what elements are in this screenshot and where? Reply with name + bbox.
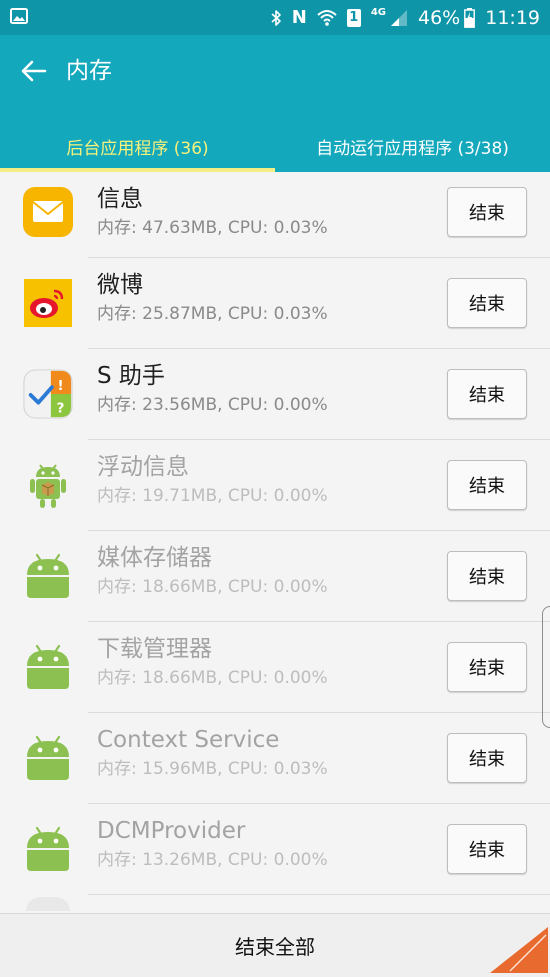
end-button[interactable]: 结束 bbox=[447, 733, 527, 783]
end-button[interactable]: 结束 bbox=[447, 460, 527, 510]
list-item: ! ? S 助手 内存: 23.56MB, CPU: 0.00% 结束 bbox=[0, 349, 550, 440]
back-arrow-icon bbox=[21, 60, 47, 82]
app-name: S 助手 bbox=[97, 363, 165, 389]
app-name: 浮动信息 bbox=[97, 454, 189, 480]
list-item: DCMProvider 内存: 13.26MB, CPU: 0.00% 结束 bbox=[0, 804, 550, 895]
list-item: 下载管理器 内存: 18.66MB, CPU: 0.00% 结束 bbox=[0, 622, 550, 713]
status-bar: N 1 4G 46% 11:19 bbox=[0, 0, 550, 35]
list-item: Context Service 内存: 15.96MB, CPU: 0.03% … bbox=[0, 713, 550, 804]
app-stats: 内存: 47.63MB, CPU: 0.03% bbox=[97, 218, 328, 238]
end-button[interactable]: 结束 bbox=[447, 642, 527, 692]
weibo-icon bbox=[22, 277, 74, 329]
app-name: 信息 bbox=[97, 186, 143, 212]
list-item: 微博 内存: 25.87MB, CPU: 0.03% 结束 bbox=[0, 258, 550, 349]
app-name: Context Service bbox=[97, 727, 280, 753]
tab-background-apps[interactable]: 后台应用程序 (36) bbox=[0, 120, 275, 172]
gallery-notification-icon bbox=[10, 7, 28, 28]
android-icon bbox=[22, 823, 74, 875]
app-stats: 内存: 19.71MB, CPU: 0.00% bbox=[97, 486, 328, 506]
list-item-partial bbox=[0, 895, 550, 913]
network-type-label: 4G bbox=[370, 7, 386, 18]
android-package-icon bbox=[22, 459, 74, 511]
edge-panel-handle[interactable] bbox=[542, 606, 550, 728]
app-bar: 内存 后台应用程序 (36) 自动运行应用程序 (3/38) bbox=[0, 35, 550, 172]
end-button[interactable]: 结束 bbox=[447, 369, 527, 419]
android-icon bbox=[22, 641, 74, 693]
list-item: 信息 内存: 47.63MB, CPU: 0.03% 结束 bbox=[0, 180, 550, 258]
clock: 11:19 bbox=[485, 6, 540, 29]
app-name: 媒体存储器 bbox=[97, 545, 212, 571]
app-stats: 内存: 13.26MB, CPU: 0.00% bbox=[97, 850, 328, 870]
partial-app-icon bbox=[26, 897, 70, 911]
app-name: 微博 bbox=[97, 272, 143, 298]
app-list[interactable]: 信息 内存: 47.63MB, CPU: 0.03% 结束 微博 内存: 25.… bbox=[0, 180, 550, 913]
app-stats: 内存: 23.56MB, CPU: 0.00% bbox=[97, 395, 328, 415]
list-item: 浮动信息 内存: 19.71MB, CPU: 0.00% 结束 bbox=[0, 440, 550, 531]
back-button[interactable] bbox=[14, 55, 54, 87]
app-name: DCMProvider bbox=[97, 818, 246, 844]
android-icon bbox=[22, 550, 74, 602]
signal-icon bbox=[390, 9, 408, 27]
page-title: 内存 bbox=[66, 58, 112, 84]
bluetooth-icon bbox=[270, 9, 282, 27]
app-stats: 内存: 15.96MB, CPU: 0.03% bbox=[97, 759, 328, 779]
battery-charging-icon bbox=[464, 7, 476, 28]
app-stats: 内存: 25.87MB, CPU: 0.03% bbox=[97, 304, 328, 324]
app-stats: 内存: 18.66MB, CPU: 0.00% bbox=[97, 668, 328, 688]
battery-percent: 46% bbox=[418, 6, 461, 29]
svg-text:?: ? bbox=[57, 400, 65, 416]
end-button[interactable]: 结束 bbox=[447, 551, 527, 601]
list-item: 媒体存储器 内存: 18.66MB, CPU: 0.00% 结束 bbox=[0, 531, 550, 622]
android-icon bbox=[22, 732, 74, 784]
tab-bar: 后台应用程序 (36) 自动运行应用程序 (3/38) bbox=[0, 120, 550, 172]
wifi-icon bbox=[317, 9, 337, 27]
end-button[interactable]: 结束 bbox=[447, 187, 527, 237]
sim-icon: 1 bbox=[346, 8, 361, 27]
tab-indicator bbox=[0, 168, 275, 172]
watermark-logo bbox=[490, 927, 548, 973]
svg-text:!: ! bbox=[57, 378, 63, 394]
tab-autostart-apps[interactable]: 自动运行应用程序 (3/38) bbox=[275, 120, 550, 172]
app-stats: 内存: 18.66MB, CPU: 0.00% bbox=[97, 577, 328, 597]
end-all-button[interactable]: 结束全部 bbox=[0, 913, 550, 977]
messages-icon bbox=[22, 186, 74, 238]
end-button[interactable]: 结束 bbox=[447, 824, 527, 874]
app-name: 下载管理器 bbox=[97, 636, 212, 662]
end-button[interactable]: 结束 bbox=[447, 278, 527, 328]
s-assistant-icon: ! ? bbox=[22, 368, 74, 420]
nfc-icon: N bbox=[291, 7, 307, 28]
